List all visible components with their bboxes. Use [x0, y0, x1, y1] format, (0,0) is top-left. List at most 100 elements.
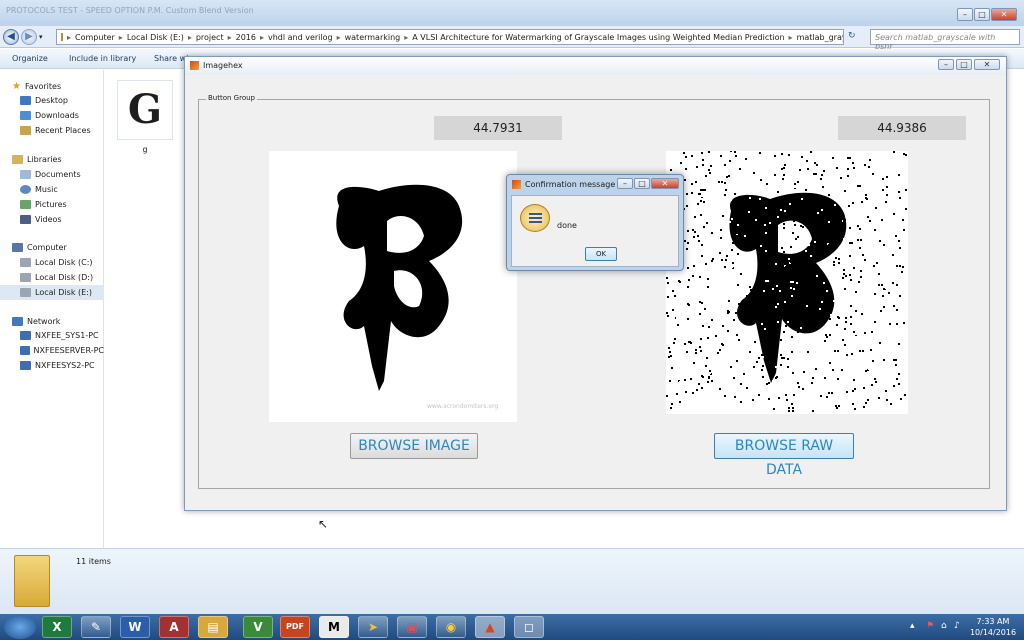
mouse-cursor-icon: ↖	[318, 517, 329, 531]
refresh-icon[interactable]: ↻	[848, 31, 856, 41]
original-image: www.acrondomiters.org	[269, 151, 517, 422]
folder-large-icon	[14, 555, 50, 607]
breadcrumb-5[interactable]: watermarking	[345, 33, 401, 42]
browse-image-button[interactable]: BROWSE IMAGE	[350, 433, 478, 459]
pictures-icon	[20, 200, 31, 209]
explorer-title: PROTOCOLS TEST - SPEED OPTION P.M. Custo…	[6, 6, 254, 15]
tray-volume-icon[interactable]: ♪	[954, 621, 960, 631]
recent-places-icon	[20, 126, 31, 135]
recent-pages-icon[interactable]: ▾	[39, 33, 43, 41]
help-speech-bubble-icon	[520, 204, 550, 232]
nav-pictures[interactable]: Pictures	[0, 197, 104, 212]
breadcrumb-0[interactable]: Computer	[75, 33, 115, 42]
address-field[interactable]: ▸ Computer ▸ Local Disk (E:) ▸ project ▸ 20…	[56, 29, 844, 45]
maximize-button[interactable]: □	[974, 8, 990, 21]
nav-libraries[interactable]: Libraries	[0, 152, 104, 167]
taskbar: X ✎ W A ▤ V PDF M ➤ ▣ ◉ ▲ ◻ ▴ ⚑ ⌂ ♪ 7:33…	[0, 614, 1024, 640]
disk-icon	[20, 288, 31, 297]
nav-disk-e[interactable]: Local Disk (E:)	[0, 285, 104, 300]
breadcrumb-2[interactable]: project	[196, 33, 224, 42]
breadcrumb-1[interactable]: Local Disk (E:)	[127, 33, 184, 42]
clock-date: 10/14/2016	[969, 628, 1017, 637]
clock[interactable]: 7:33 AM 10/14/2016	[966, 616, 1020, 638]
figure-title: Imagehex	[203, 61, 243, 70]
nav-videos[interactable]: Videos	[0, 212, 104, 227]
matlab-icon[interactable]: ▲	[475, 616, 505, 638]
word-icon[interactable]: W	[120, 616, 150, 638]
image-watermark-text: www.acrondomiters.org	[427, 403, 499, 410]
pc-icon	[20, 346, 30, 355]
noisy-watermarked-image	[666, 151, 907, 412]
window-icon[interactable]: ◻	[514, 616, 544, 638]
disk-icon	[20, 273, 31, 282]
tray-expand-icon[interactable]: ▴	[910, 621, 915, 631]
breadcrumb-4[interactable]: vhdl and verilog	[268, 33, 333, 42]
nav-desktop[interactable]: Desktop	[0, 93, 104, 108]
nav-recent-places[interactable]: Recent Places	[0, 123, 104, 138]
tray-flag-icon[interactable]: ⚑	[926, 621, 934, 631]
dialog-close-button[interactable]: ✕	[651, 178, 679, 189]
dialog-minimize-button[interactable]: –	[617, 178, 633, 189]
pdf-icon[interactable]: PDF	[280, 616, 310, 638]
nav-network-pc-1[interactable]: NXFEE_SYS1-PC	[0, 328, 104, 343]
nav-music[interactable]: Music	[0, 182, 104, 197]
videos-icon	[20, 215, 31, 224]
file-name-g[interactable]: g	[117, 145, 173, 154]
organize-menu[interactable]: Organize	[12, 54, 48, 63]
folder-icon	[61, 33, 63, 41]
clock-time: 7:33 AM	[976, 617, 1010, 626]
matlab-icon	[512, 180, 521, 189]
figure-minimize-button[interactable]: –	[938, 59, 954, 70]
access-icon[interactable]: A	[159, 616, 189, 638]
nav-disk-c[interactable]: Local Disk (C:)	[0, 255, 104, 270]
nav-downloads[interactable]: Downloads	[0, 108, 104, 123]
downloads-icon	[20, 111, 31, 120]
dialog-message: done	[557, 221, 577, 230]
figure-close-button[interactable]: ✕	[974, 59, 1000, 70]
arrow-icon[interactable]: ➤	[358, 616, 388, 638]
forward-button[interactable]: ▶	[21, 29, 37, 45]
search-input[interactable]: Search matlab_grayscale with psnr	[870, 29, 1020, 51]
breadcrumb-7[interactable]: matlab_grayscale with psnr	[797, 33, 843, 42]
raw-data-image	[666, 151, 908, 414]
nav-documents[interactable]: Documents	[0, 167, 104, 182]
start-button[interactable]	[4, 615, 36, 639]
paint-icon[interactable]: ✎	[81, 616, 111, 638]
matlab-m-icon[interactable]: M	[319, 616, 349, 638]
desktop-icon	[20, 96, 31, 105]
minimize-button[interactable]: –	[957, 8, 973, 21]
include-in-library-menu[interactable]: Include in library	[69, 54, 136, 63]
browse-raw-data-button[interactable]: BROWSE RAW DATA	[714, 433, 854, 478]
pc-icon	[20, 331, 31, 340]
figure-maximize-button[interactable]: □	[956, 59, 972, 70]
imagehex-figure-window: Imagehex – □ ✕ Button Group 44.7931 44.9…	[184, 56, 1007, 511]
figure-titlebar: Imagehex – □ ✕	[185, 57, 1006, 75]
nav-computer[interactable]: Computer	[0, 240, 104, 255]
star-icon: ★	[12, 81, 21, 92]
disk-icon	[20, 258, 31, 267]
computer-icon	[12, 243, 23, 252]
psnr-right-value: 44.9386	[838, 116, 966, 140]
nav-network[interactable]: Network	[0, 314, 104, 329]
nav-disk-d[interactable]: Local Disk (D:)	[0, 270, 104, 285]
nav-favorites[interactable]: ★ Favorites	[0, 79, 104, 94]
file-thumbnail-g[interactable]: G	[117, 80, 173, 140]
button-group-label: Button Group	[206, 94, 257, 102]
excel-icon[interactable]: X	[42, 616, 72, 638]
chrome-icon[interactable]: ◉	[436, 616, 466, 638]
confirmation-dialog: Confirmation message – □ ✕ done OK	[506, 174, 684, 271]
matlab-icon	[190, 61, 199, 70]
ok-button[interactable]: OK	[585, 247, 617, 261]
dialog-maximize-button[interactable]: □	[634, 178, 650, 189]
close-button[interactable]: ✕	[991, 8, 1017, 21]
nav-network-pc-3[interactable]: NXFEESYS2-PC	[0, 358, 104, 373]
explorer-titlebar: PROTOCOLS TEST - SPEED OPTION P.M. Custo…	[0, 0, 1024, 26]
breadcrumb-6[interactable]: A VLSI Architecture for Watermarking of …	[412, 33, 784, 42]
device-icon[interactable]: ▣	[397, 616, 427, 638]
nav-network-pc-2[interactable]: NXFEESERVER-PC	[0, 343, 104, 358]
explorer-icon[interactable]: ▤	[198, 616, 228, 638]
back-button[interactable]: ◀	[3, 29, 19, 45]
tray-network-icon[interactable]: ⌂	[941, 621, 947, 631]
breadcrumb-3[interactable]: 2016	[236, 33, 256, 42]
vim-icon[interactable]: V	[243, 616, 273, 638]
